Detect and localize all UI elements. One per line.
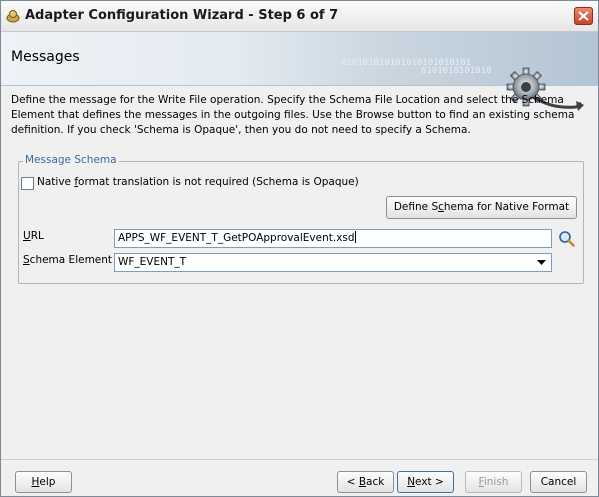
- page-title: Messages: [11, 49, 80, 65]
- text-caret: [354, 231, 356, 243]
- define-schema-native-format-button[interactable]: Define Schema for Native Format: [386, 196, 577, 219]
- schema-element-select[interactable]: WF_EVENT_T: [114, 253, 552, 272]
- schema-element-label: Schema Element: [23, 254, 113, 266]
- wizard-icon: [6, 10, 20, 23]
- chevron-down-icon: [537, 260, 546, 265]
- cancel-button[interactable]: Cancel: [530, 471, 587, 493]
- footer-divider: [1, 459, 598, 460]
- wizard-window: Adapter Configuration Wizard - Step 6 of…: [0, 0, 599, 497]
- finish-button[interactable]: Finish: [465, 471, 522, 493]
- help-button[interactable]: Help: [15, 471, 72, 493]
- message-schema-legend: Message Schema: [23, 154, 119, 166]
- search-icon[interactable]: [558, 230, 575, 247]
- next-button[interactable]: Next >: [397, 471, 454, 493]
- opaque-schema-label[interactable]: Native format translation is not require…: [37, 176, 359, 188]
- instructions-text: Define the message for the Write File op…: [11, 94, 575, 136]
- url-label: URL: [23, 230, 44, 242]
- opaque-schema-checkbox[interactable]: [21, 177, 34, 190]
- title-bar: Adapter Configuration Wizard - Step 6 of…: [1, 1, 598, 32]
- close-button[interactable]: [574, 7, 593, 25]
- window-title: Adapter Configuration Wizard - Step 6 of…: [25, 8, 339, 23]
- back-button[interactable]: < Back: [337, 471, 394, 493]
- header-binary-decoration-2: 0101010101010: [421, 66, 492, 76]
- header-banner: Messages 010101010101010101010101 010101…: [1, 32, 598, 111]
- url-input[interactable]: APPS_WF_EVENT_T_GetPOApprovalEvent.xsd: [114, 229, 552, 248]
- close-icon: [578, 11, 589, 21]
